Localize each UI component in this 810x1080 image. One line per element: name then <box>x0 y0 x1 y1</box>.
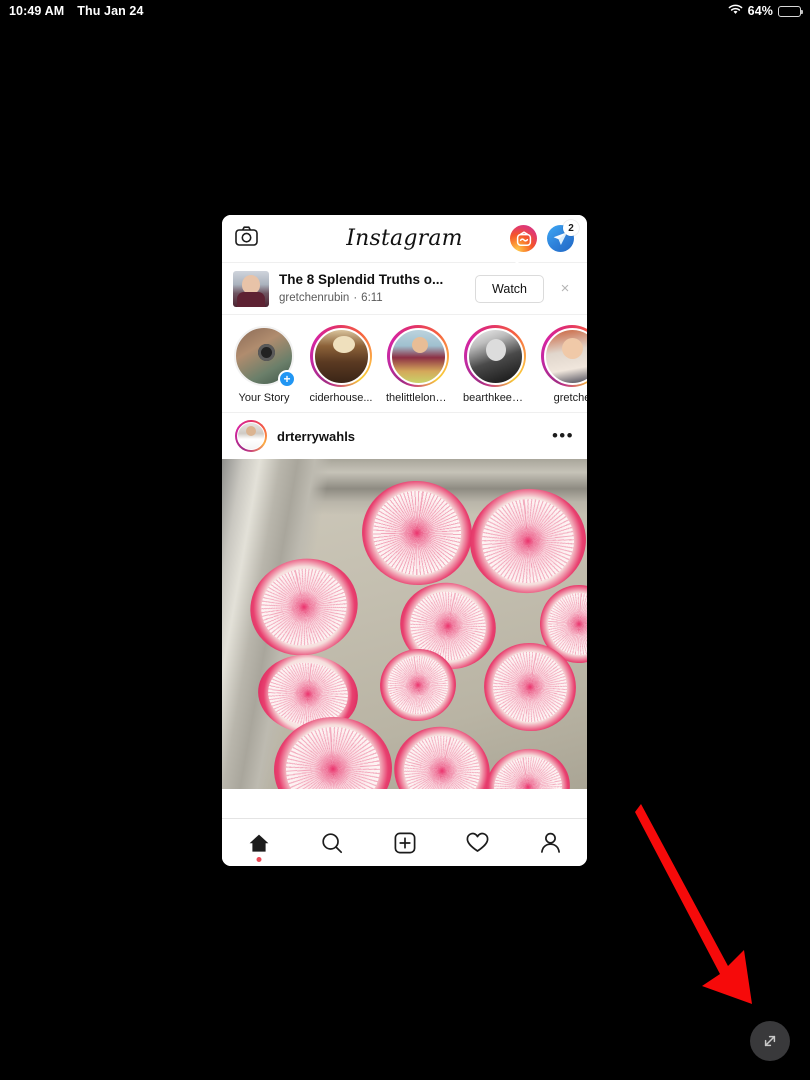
story-avatar-ring <box>310 325 372 387</box>
instagram-app-window: Instagram 2 The 8 Splendid Truths o... g… <box>222 215 587 866</box>
instagram-header: Instagram 2 <box>222 215 587 268</box>
messenger-paper-plane-icon[interactable]: 2 <box>547 220 579 252</box>
stories-tray[interactable]: + Your Story ciderhouse... thelittlelond… <box>222 315 587 413</box>
story-item-thelittlelond[interactable]: thelittlelond... <box>386 325 450 404</box>
story-label: ciderhouse... <box>309 392 373 404</box>
story-avatar-ring <box>464 325 526 387</box>
post-username[interactable]: drterrywahls <box>277 429 355 444</box>
avatar <box>466 327 524 385</box>
messenger-unread-badge: 2 <box>563 220 579 236</box>
heart-icon <box>466 832 489 852</box>
search-icon <box>321 832 342 853</box>
igtv-suggestion-banner[interactable]: The 8 Splendid Truths o... gretchenrubin… <box>222 263 587 315</box>
igtv-video-thumbnail[interactable] <box>233 270 269 307</box>
notification-dot <box>256 856 261 862</box>
post-avatar-ring[interactable] <box>235 420 267 452</box>
status-bar: 10:49 AM Thu Jan 24 64% <box>0 0 810 22</box>
story-item-gretchenrubin[interactable]: gretche <box>540 325 587 404</box>
igtv-icon[interactable] <box>510 225 537 252</box>
wifi-icon <box>728 4 743 18</box>
banner-notch-pointer <box>510 261 524 268</box>
nav-item-add-post[interactable] <box>379 826 431 860</box>
igtv-duration: 6:11 <box>361 291 383 304</box>
camera-icon[interactable] <box>235 226 258 251</box>
close-icon[interactable]: × <box>554 281 576 296</box>
story-avatar-ring <box>541 325 587 387</box>
home-icon <box>249 834 268 852</box>
avatar <box>312 327 370 385</box>
igtv-video-title: The 8 Splendid Truths o... <box>279 271 444 287</box>
status-bar-time: 10:49 AM <box>9 4 65 18</box>
nav-item-search[interactable] <box>306 826 358 860</box>
story-item-bearthkeeper[interactable]: bearthkeeper <box>463 325 527 404</box>
story-avatar-ring: + <box>233 325 296 388</box>
story-label: Your Story <box>238 392 290 404</box>
nav-item-profile[interactable] <box>525 826 577 860</box>
status-bar-date: Thu Jan 24 <box>77 4 144 18</box>
nav-item-activity[interactable] <box>452 826 504 860</box>
story-avatar-ring <box>387 325 449 387</box>
post-header: drterrywahls ••• <box>222 413 587 459</box>
expand-window-button[interactable] <box>750 1021 790 1061</box>
nav-item-home[interactable] <box>233 826 285 862</box>
status-bar-left: 10:49 AM Thu Jan 24 <box>0 4 144 18</box>
avatar <box>389 327 447 385</box>
watch-button[interactable]: Watch <box>475 274 544 303</box>
avatar <box>543 327 587 385</box>
red-pointer-arrow <box>635 804 752 1004</box>
story-item-your-story[interactable]: + Your Story <box>232 325 296 404</box>
add-post-icon <box>394 832 415 853</box>
battery-percent-label: 64% <box>747 4 773 18</box>
add-story-plus-icon[interactable]: + <box>278 370 296 388</box>
igtv-video-meta: gretchenrubin · 6:11 <box>279 291 465 305</box>
battery-icon <box>778 5 803 17</box>
story-label: gretche <box>553 392 587 404</box>
story-item-ciderhouse[interactable]: ciderhouse... <box>309 325 373 404</box>
post-photo[interactable] <box>222 459 587 789</box>
bottom-navigation-bar <box>222 818 587 866</box>
tablet-screen: 10:49 AM Thu Jan 24 64% Instagram 2 The … <box>0 0 810 1080</box>
igtv-banner-text: The 8 Splendid Truths o... gretchenrubin… <box>279 272 465 305</box>
avatar <box>236 421 266 451</box>
expand-diagonal-arrows-icon <box>764 1035 776 1047</box>
igtv-author: gretchenrubin <box>279 291 350 304</box>
more-options-icon[interactable]: ••• <box>552 427 574 444</box>
story-label: bearthkeeper <box>463 392 527 404</box>
story-label: thelittlelond... <box>386 392 450 404</box>
meta-separator: · <box>353 291 358 304</box>
status-bar-right: 64% <box>728 4 810 18</box>
header-right-actions: 2 <box>510 220 579 252</box>
profile-person-icon <box>541 832 560 853</box>
